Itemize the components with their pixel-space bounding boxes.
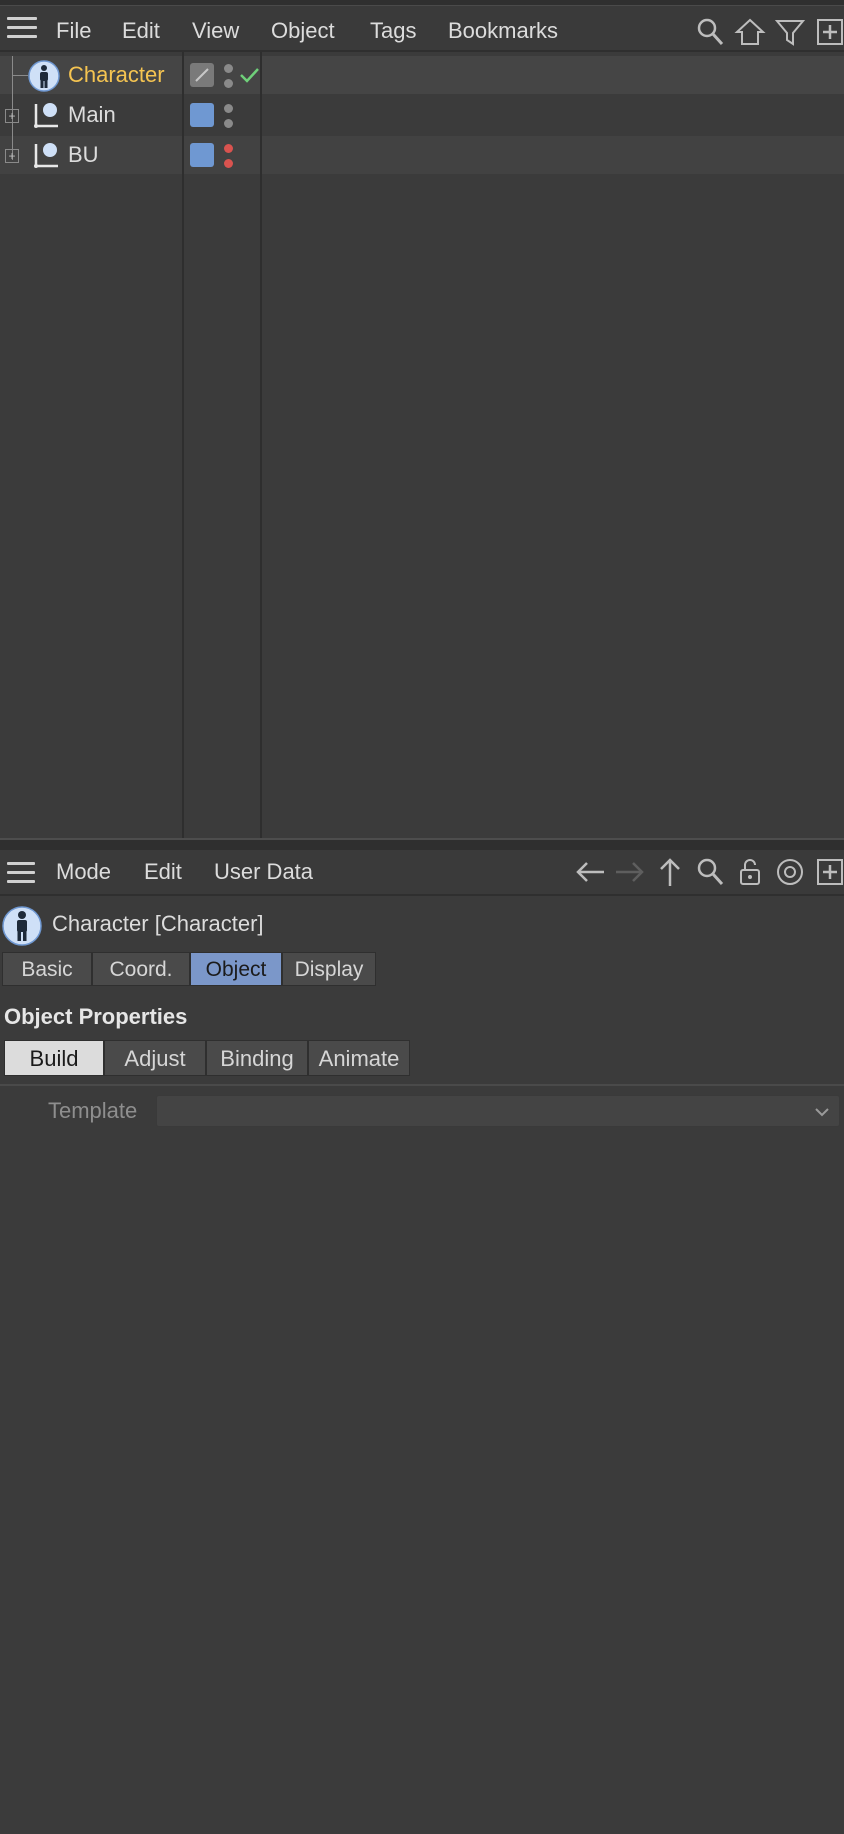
render-visibility-dot[interactable] bbox=[224, 79, 233, 88]
object-manager-menubar: File Edit View Object Tags Bookmarks bbox=[0, 6, 844, 52]
tab-coord[interactable]: Coord. bbox=[92, 952, 190, 986]
hamburger-menu-icon[interactable] bbox=[7, 17, 37, 39]
menu-view[interactable]: View bbox=[192, 12, 239, 50]
subtab-animate[interactable]: Animate bbox=[308, 1040, 410, 1076]
editor-visibility-dot[interactable] bbox=[224, 144, 233, 153]
character-icon bbox=[2, 906, 42, 946]
object-name-character[interactable]: Character bbox=[68, 56, 165, 94]
object-title: Character [Character] bbox=[52, 911, 264, 936]
menu-bookmarks[interactable]: Bookmarks bbox=[448, 12, 558, 50]
layer-swatch[interactable] bbox=[190, 103, 214, 127]
check-icon[interactable] bbox=[238, 64, 260, 86]
back-arrow-icon[interactable] bbox=[574, 856, 606, 888]
chevron-down-icon bbox=[813, 1103, 831, 1121]
new-panel-icon[interactable] bbox=[814, 16, 844, 48]
column-divider[interactable] bbox=[182, 52, 184, 838]
forward-arrow-icon[interactable] bbox=[614, 856, 646, 888]
object-name-main[interactable]: Main bbox=[68, 96, 116, 134]
home-icon[interactable] bbox=[734, 16, 766, 48]
expand-icon[interactable]: + bbox=[5, 109, 19, 123]
object-row-main[interactable] bbox=[0, 96, 844, 134]
subtab-build[interactable]: Build bbox=[4, 1040, 104, 1076]
attribute-manager-menubar: Mode Edit User Data bbox=[0, 850, 844, 896]
menu-tags[interactable]: Tags bbox=[370, 12, 416, 50]
panel-divider[interactable] bbox=[0, 838, 844, 850]
menu-mode[interactable]: Mode bbox=[56, 852, 111, 892]
section-title: Object Properties bbox=[4, 1004, 188, 1029]
separator bbox=[0, 1084, 844, 1086]
expand-icon[interactable]: + bbox=[5, 149, 19, 163]
hamburger-menu-icon[interactable] bbox=[7, 862, 35, 884]
subtab-adjust[interactable]: Adjust bbox=[104, 1040, 206, 1076]
template-dropdown[interactable] bbox=[156, 1095, 840, 1127]
joint-icon bbox=[32, 100, 62, 130]
menu-edit[interactable]: Edit bbox=[122, 12, 160, 50]
menu-object[interactable]: Object bbox=[271, 12, 335, 50]
object-row-bu[interactable] bbox=[0, 136, 844, 174]
tab-basic[interactable]: Basic bbox=[2, 952, 92, 986]
render-visibility-dot[interactable] bbox=[224, 159, 233, 168]
tree-line bbox=[12, 56, 13, 160]
tab-object[interactable]: Object bbox=[190, 952, 282, 986]
tree-line bbox=[12, 75, 28, 76]
new-panel-icon[interactable] bbox=[814, 856, 844, 888]
object-name-bu[interactable]: BU bbox=[68, 136, 99, 174]
joint-icon bbox=[32, 140, 62, 170]
column-divider[interactable] bbox=[260, 52, 262, 838]
template-label: Template bbox=[48, 1098, 138, 1123]
layer-swatch[interactable] bbox=[190, 63, 214, 87]
editor-visibility-dot[interactable] bbox=[224, 64, 233, 73]
search-icon[interactable] bbox=[694, 856, 726, 888]
search-icon[interactable] bbox=[694, 16, 726, 48]
filter-icon[interactable] bbox=[774, 16, 806, 48]
subtab-binding[interactable]: Binding bbox=[206, 1040, 308, 1076]
character-icon bbox=[28, 60, 60, 92]
object-list: Character + Main + BU bbox=[0, 52, 844, 838]
editor-visibility-dot[interactable] bbox=[224, 104, 233, 113]
menu-file[interactable]: File bbox=[56, 12, 91, 50]
menu-edit[interactable]: Edit bbox=[144, 852, 182, 892]
up-arrow-icon[interactable] bbox=[654, 856, 686, 888]
target-icon[interactable] bbox=[774, 856, 806, 888]
render-visibility-dot[interactable] bbox=[224, 119, 233, 128]
tab-display[interactable]: Display bbox=[282, 952, 376, 986]
menu-user-data[interactable]: User Data bbox=[214, 852, 313, 892]
layer-swatch[interactable] bbox=[190, 143, 214, 167]
lock-icon[interactable] bbox=[734, 856, 766, 888]
